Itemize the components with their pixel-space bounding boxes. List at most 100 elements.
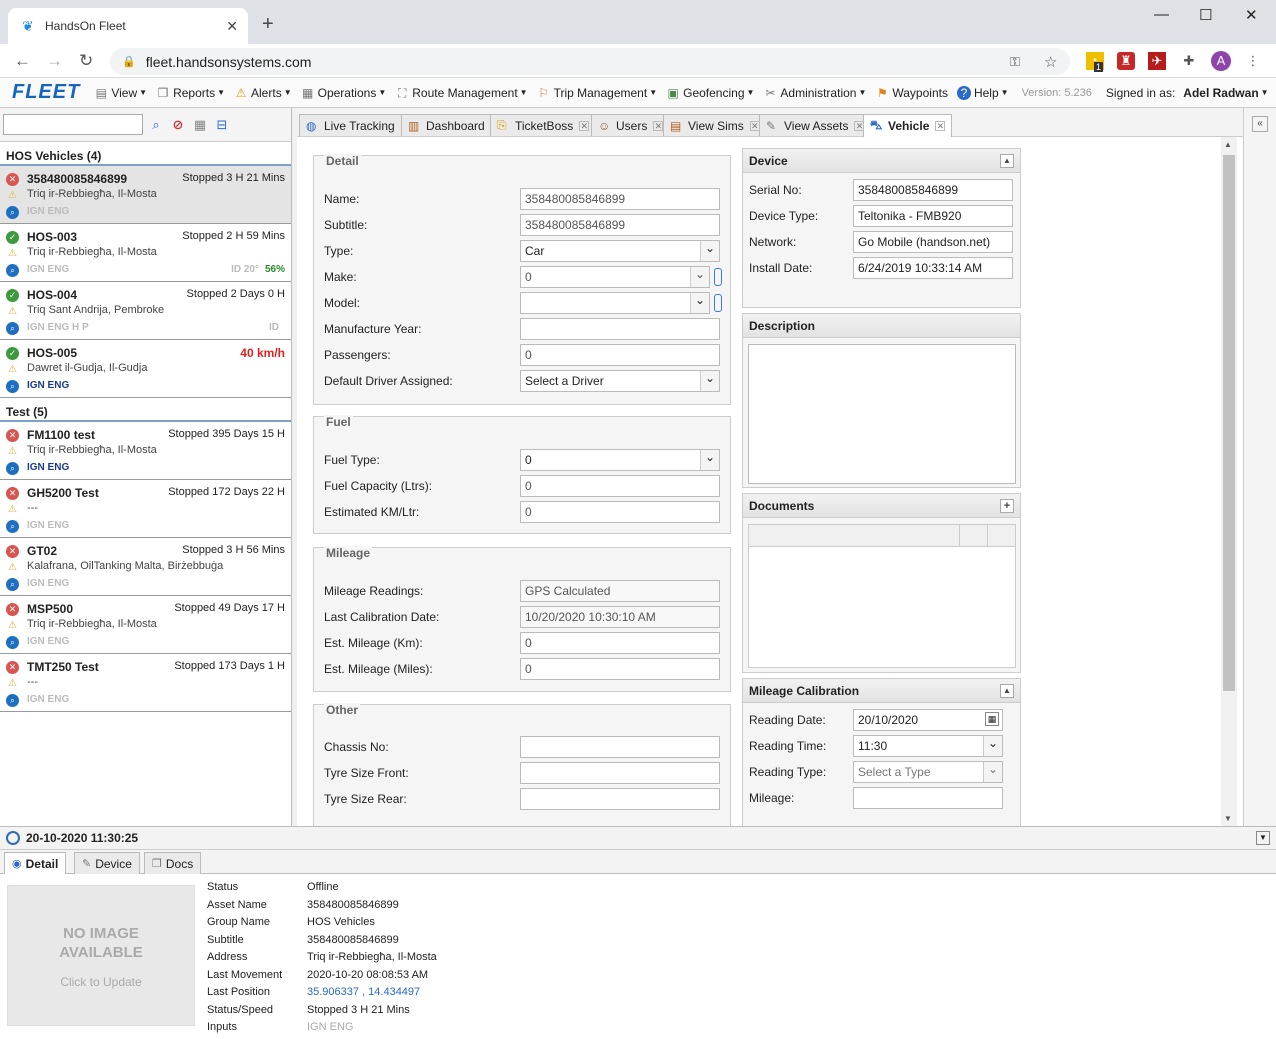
search-icon[interactable]: ⌕ bbox=[147, 116, 165, 134]
vehicle-list-item[interactable]: ✕ GT02 Stopped 3 H 56 Mins ⚠ Kalafrana, … bbox=[0, 538, 291, 596]
group-header[interactable]: HOS Vehicles (4) bbox=[0, 142, 291, 166]
mileage-miles-field[interactable]: 0 bbox=[520, 658, 720, 680]
menu-alerts[interactable]: ⚠ Alerts ▼ bbox=[234, 86, 292, 100]
locate-icon[interactable]: ⌕ bbox=[6, 520, 19, 533]
tab-view-sims[interactable]: ▤ View Sims ✕ bbox=[663, 114, 767, 136]
calibration-date-field[interactable]: 10/20/2020 10:30:10 AM bbox=[520, 606, 720, 628]
profile-avatar[interactable]: A bbox=[1211, 51, 1231, 71]
close-tab-icon[interactable]: ✕ bbox=[935, 121, 946, 131]
tab-users[interactable]: ☺ Users ✕ bbox=[591, 114, 671, 136]
puzzle-icon[interactable]: ✚ bbox=[1180, 52, 1198, 70]
km-per-ltr-field[interactable]: 0 bbox=[520, 501, 720, 523]
scrollbar-thumb[interactable] bbox=[1223, 155, 1235, 691]
reading-type-select[interactable]: Select a Type bbox=[853, 761, 1003, 783]
collapse-bottom-icon[interactable]: ▼ bbox=[1256, 831, 1270, 845]
tab-device[interactable]: ✎ Device bbox=[74, 852, 140, 874]
minimize-icon[interactable]: — bbox=[1154, 6, 1169, 23]
add-make-button[interactable] bbox=[714, 268, 722, 286]
collapse-device-icon[interactable]: ▲ bbox=[1000, 154, 1014, 168]
model-select[interactable] bbox=[520, 292, 710, 314]
fuel-type-select[interactable]: 0 bbox=[520, 449, 720, 471]
name-field[interactable]: 358480085846899 bbox=[520, 188, 720, 210]
subtitle-field[interactable]: 358480085846899 bbox=[520, 214, 720, 236]
reading-time-select[interactable]: 11:30 bbox=[853, 735, 1003, 757]
tab-detail[interactable]: ◉ Detail bbox=[4, 852, 67, 874]
vehicle-search-input[interactable] bbox=[3, 114, 143, 135]
vehicle-list-item[interactable]: ✓ HOS-003 Stopped 2 H 59 Mins ⚠ Triq ir-… bbox=[0, 224, 291, 282]
description-textarea[interactable] bbox=[748, 344, 1016, 484]
tab-docs[interactable]: ❐ Docs bbox=[144, 852, 202, 874]
collapse-all-icon[interactable]: ⊟ bbox=[213, 116, 231, 134]
form-scrollbar[interactable]: ▲ ▼ bbox=[1221, 137, 1237, 826]
detail-value[interactable]: 35.906337 , 14.434497 bbox=[307, 986, 420, 1004]
close-window-icon[interactable]: ✕ bbox=[1245, 6, 1258, 24]
menu-waypoints[interactable]: ⚑ Waypoints bbox=[875, 86, 948, 100]
clear-filter-icon[interactable]: ⊘ bbox=[169, 116, 187, 134]
tab-ticketboss[interactable]: ⎘ TicketBoss ✕ bbox=[490, 114, 597, 136]
mileage-km-field[interactable]: 0 bbox=[520, 632, 720, 654]
fuel-capacity-field[interactable]: 0 bbox=[520, 475, 720, 497]
menu-administration[interactable]: ✂ Administration ▼ bbox=[763, 86, 866, 100]
serial-field[interactable]: 358480085846899 bbox=[853, 179, 1013, 201]
vehicle-list-item[interactable]: ✕ FM1100 test Stopped 395 Days 15 H ⚠ Tr… bbox=[0, 422, 291, 480]
add-model-button[interactable] bbox=[714, 294, 722, 312]
menu-view[interactable]: ▤ View ▼ bbox=[94, 86, 147, 100]
asset-image-placeholder[interactable]: NO IMAGE AVAILABLE Click to Update bbox=[7, 885, 195, 1026]
mileage-readings-field[interactable]: GPS Calculated bbox=[520, 580, 720, 602]
vehicle-list-item[interactable]: ✓ HOS-004 Stopped 2 Days 0 H ⚠ Triq Sant… bbox=[0, 282, 291, 340]
menu-route-management[interactable]: ⛶ Route Management ▼ bbox=[395, 86, 528, 100]
scroll-up-icon[interactable]: ▲ bbox=[1224, 140, 1232, 149]
passengers-field[interactable]: 0 bbox=[520, 344, 720, 366]
calibration-mileage-field[interactable] bbox=[853, 787, 1003, 809]
back-icon[interactable]: ← bbox=[14, 51, 31, 71]
vehicle-list-item[interactable]: ✕ GH5200 Test Stopped 172 Days 22 H ⚠ --… bbox=[0, 480, 291, 538]
reload-icon[interactable]: ↻ bbox=[79, 51, 93, 71]
tab-view-assets[interactable]: ✎ View Assets ✕ bbox=[759, 114, 872, 136]
collapse-calibration-icon[interactable]: ▲ bbox=[1000, 684, 1014, 698]
menu-reports[interactable]: ❐ Reports ▼ bbox=[156, 86, 225, 100]
vehicle-list-item[interactable]: ✕ 358480085846899 Stopped 3 H 21 Mins ⚠ … bbox=[0, 166, 291, 224]
driver-select[interactable]: Select a Driver bbox=[520, 370, 720, 392]
chassis-field[interactable] bbox=[520, 736, 720, 758]
locate-icon[interactable]: ⌕ bbox=[6, 462, 19, 475]
expand-panel-icon[interactable]: « bbox=[1252, 116, 1268, 132]
install-date-field[interactable]: 6/24/2019 10:33:14 AM bbox=[853, 257, 1013, 279]
scroll-down-icon[interactable]: ▼ bbox=[1224, 814, 1232, 823]
reading-date-field[interactable]: 20/10/2020 bbox=[853, 709, 1003, 731]
grid-view-icon[interactable]: ▦ bbox=[191, 116, 209, 134]
locate-icon[interactable]: ⌕ bbox=[6, 578, 19, 591]
extension-icon[interactable]: ▪ 1 bbox=[1086, 52, 1104, 72]
locate-icon[interactable]: ⌕ bbox=[6, 694, 19, 707]
vehicle-list-item[interactable]: ✓ HOS-005 40 km/h ⚠ Dawret il-Gudja, Il-… bbox=[0, 340, 291, 398]
vehicle-list-item[interactable]: ✕ TMT250 Test Stopped 173 Days 1 H ⚠ ---… bbox=[0, 654, 291, 712]
locate-icon[interactable]: ⌕ bbox=[6, 206, 19, 219]
type-select[interactable]: Car bbox=[520, 240, 720, 262]
calendar-icon[interactable]: ▦ bbox=[985, 712, 999, 726]
key-icon[interactable]: ⚿ bbox=[1010, 54, 1020, 70]
tab-vehicle[interactable]: ⛍ Vehicle ✕ bbox=[863, 114, 953, 137]
menu-trip-management[interactable]: ⚐ Trip Management ▼ bbox=[537, 86, 657, 100]
make-select[interactable]: 0 bbox=[520, 266, 710, 288]
pdf-extension-icon[interactable]: ✈ bbox=[1148, 52, 1166, 70]
menu-kebab-icon[interactable]: ⋮ bbox=[1244, 52, 1262, 70]
add-document-icon[interactable]: + bbox=[1000, 499, 1014, 513]
new-tab-icon[interactable]: + bbox=[262, 14, 274, 34]
year-field[interactable] bbox=[520, 318, 720, 340]
device-type-field[interactable]: Teltonika - FMB920 bbox=[853, 205, 1013, 227]
network-field[interactable]: Go Mobile (handson.net) bbox=[853, 231, 1013, 253]
menu-help[interactable]: ? Help ▼ bbox=[956, 85, 1009, 100]
close-tab-icon[interactable]: ✕ bbox=[653, 120, 664, 131]
locate-icon[interactable]: ⌕ bbox=[6, 264, 19, 277]
star-icon[interactable]: ☆ bbox=[1044, 53, 1057, 71]
menu-operations[interactable]: ▦ Operations ▼ bbox=[301, 86, 386, 100]
locate-icon[interactable]: ⌕ bbox=[6, 322, 19, 335]
menu-geofencing[interactable]: ▣ Geofencing ▼ bbox=[666, 86, 754, 100]
forward-icon[interactable]: → bbox=[46, 51, 63, 71]
browser-tab[interactable]: ❦ HandsOn Fleet ✕ bbox=[8, 8, 248, 44]
tab-live-tracking[interactable]: ◍ Live Tracking bbox=[299, 114, 402, 136]
locate-icon[interactable]: ⌕ bbox=[6, 380, 19, 393]
tyre-front-field[interactable] bbox=[520, 762, 720, 784]
tab-dashboard[interactable]: ▥ Dashboard bbox=[401, 114, 492, 136]
maximize-icon[interactable]: ☐ bbox=[1199, 6, 1212, 24]
extension-red-icon[interactable]: ♜ bbox=[1117, 52, 1135, 70]
